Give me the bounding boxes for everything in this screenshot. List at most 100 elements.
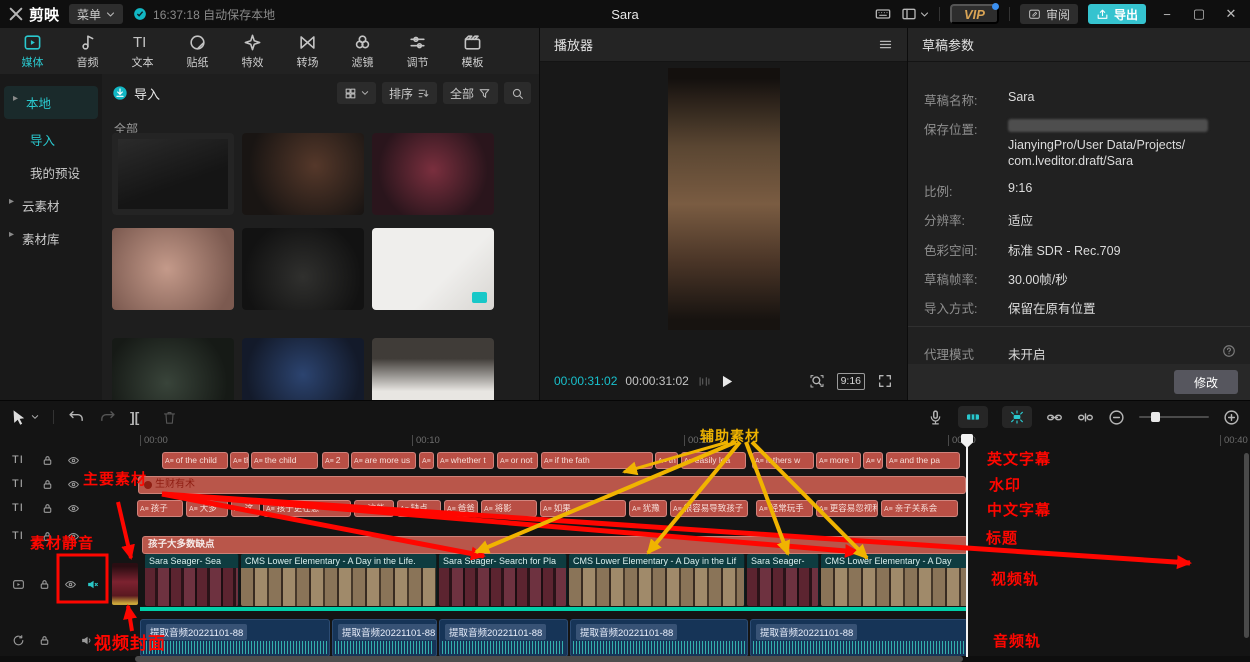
audio-clip[interactable]: 提取音频20221101-88 (439, 619, 568, 657)
audio-clip[interactable]: 提取音频20221101-88 (750, 619, 968, 657)
video-preview[interactable] (668, 68, 780, 330)
video-cover-thumbnail[interactable] (112, 563, 138, 605)
zoom-in-icon[interactable] (1223, 409, 1240, 426)
media-thumbnail[interactable] (372, 133, 494, 215)
lock-icon[interactable] (38, 578, 51, 591)
subtitle-segment[interactable]: 爸爸 (444, 500, 478, 517)
lock-icon[interactable] (41, 502, 54, 515)
asset-tab[interactable]: 贴纸 (171, 33, 224, 70)
auto-ripple-toggle[interactable] (958, 406, 988, 428)
export-button[interactable]: 导出 (1088, 4, 1146, 24)
restore-button[interactable]: ▢ (1188, 6, 1210, 22)
preview-zoom-icon[interactable] (809, 373, 825, 389)
link-icon[interactable] (1046, 409, 1063, 426)
asset-tab[interactable]: 媒体 (6, 33, 59, 70)
subtitle-segment[interactable]: and the pa (886, 452, 960, 469)
vip-button[interactable]: VIP (950, 4, 999, 24)
subtitle-segment[interactable]: 缺点 (397, 500, 441, 517)
subtitle-segment[interactable]: easily lea (681, 452, 746, 469)
undo-icon[interactable] (68, 409, 85, 426)
media-thumbnail[interactable] (242, 338, 364, 400)
asset-tab[interactable]: 调节 (391, 33, 444, 70)
subtitle-segment[interactable]: A (419, 452, 434, 469)
lock-icon[interactable] (41, 454, 54, 467)
fullscreen-icon[interactable] (877, 373, 893, 389)
menu-button[interactable]: 菜单 (69, 4, 123, 24)
view-mode-button[interactable] (337, 82, 376, 104)
video-clip[interactable]: CMS Lower Elementary - A Day (821, 554, 968, 606)
watermark-segment[interactable]: 生财有术 (138, 476, 966, 494)
hscrollbar-thumb[interactable] (135, 656, 963, 662)
modify-button[interactable]: 修改 (1174, 370, 1238, 394)
media-thumbnail[interactable] (112, 133, 234, 215)
asset-tab[interactable]: 滤镜 (336, 33, 389, 70)
asset-tab[interactable]: 模板 (446, 33, 499, 70)
lock-icon[interactable] (41, 478, 54, 491)
eye-icon[interactable] (67, 502, 80, 515)
minimize-button[interactable]: − (1156, 7, 1178, 22)
delete-icon[interactable] (161, 409, 178, 426)
subtitle-segment[interactable]: 如果 (540, 500, 626, 517)
audio-clip[interactable]: 提取音频20221101-88 (570, 619, 748, 657)
asset-tab[interactable]: TI 文本 (116, 33, 169, 70)
lock-icon[interactable] (41, 530, 54, 543)
speaker-icon[interactable] (80, 634, 93, 647)
title-segment[interactable]: 孩子大多数缺点 (142, 536, 968, 554)
subtitle-segment[interactable]: if the fath (541, 452, 653, 469)
asset-tab[interactable]: 音频 (61, 33, 114, 70)
layout-switcher[interactable] (901, 6, 929, 22)
frame-step-icon[interactable] (697, 374, 712, 389)
asset-tab[interactable]: 特效 (226, 33, 279, 70)
lock-icon[interactable] (38, 634, 51, 647)
subtitle-segment[interactable]: fathers w (752, 452, 814, 469)
timeline-vscrollbar[interactable] (1244, 453, 1249, 638)
media-thumbnail[interactable] (242, 133, 364, 215)
select-tool[interactable] (10, 409, 39, 426)
timeline-hscrollbar[interactable] (0, 656, 1250, 662)
media-thumbnail[interactable] (372, 228, 494, 310)
subtitle-segment[interactable]: 很容易导致孩子 (670, 500, 748, 517)
subtitle-segment[interactable]: 这些 (354, 500, 394, 517)
sort-button[interactable]: 排序 (382, 82, 437, 104)
asset-tab[interactable]: 转场 (281, 33, 334, 70)
media-thumbnail[interactable] (242, 228, 364, 310)
subtitle-segment[interactable]: 2 (322, 452, 349, 469)
question-circle-icon[interactable] (1222, 344, 1236, 358)
subtitle-segment[interactable]: are more us (351, 452, 416, 469)
eye-icon[interactable] (64, 578, 77, 591)
sidebar-item[interactable]: 导入 (0, 123, 102, 156)
player-menu-icon[interactable] (878, 37, 893, 52)
video-clip[interactable]: CMS Lower Elementary - A Day in the Lif (569, 554, 745, 606)
subtitle-segment[interactable]: 大多 (186, 500, 228, 517)
timeline-zoom-slider[interactable] (1139, 416, 1209, 418)
play-button[interactable] (718, 373, 735, 390)
sidebar-item[interactable]: 素材库 (0, 222, 102, 255)
split-icon[interactable]: ][ (130, 409, 147, 426)
close-button[interactable]: ✕ (1220, 6, 1242, 22)
subtitle-segment[interactable]: or not (497, 452, 538, 469)
video-clip[interactable]: Sara Seager- Search for Pla (439, 554, 567, 606)
media-thumbnail[interactable] (372, 338, 494, 400)
subtitle-segment[interactable]: of the child (162, 452, 228, 469)
filter-button[interactable]: 全部 (443, 82, 498, 104)
subtitle-segment[interactable]: more l (816, 452, 861, 469)
video-clip[interactable]: Sara Seager- Sea (145, 554, 239, 606)
import-media-button[interactable]: 导入 (112, 84, 160, 103)
review-button[interactable]: 审阅 (1020, 4, 1078, 24)
subtitle-segment[interactable]: 孩子更在意 (263, 500, 351, 517)
sidebar-item[interactable]: 我的预设 (0, 156, 102, 189)
subtitle-segment[interactable]: 将影 (481, 500, 537, 517)
sidebar-item[interactable]: 云素材 (0, 189, 102, 222)
aspect-ratio-button[interactable]: 9:16 (837, 373, 865, 390)
subtitle-segment[interactable]: 这 (231, 500, 260, 517)
eye-icon[interactable] (67, 530, 80, 543)
media-thumbnail[interactable] (112, 338, 234, 400)
record-voiceover-icon[interactable] (927, 409, 944, 426)
audio-clip[interactable]: 提取音频20221101-88 (332, 619, 437, 657)
unlink-icon[interactable] (1077, 409, 1094, 426)
loop-icon[interactable] (12, 634, 25, 647)
video-clip[interactable]: CMS Lower Elementary - A Day in the Life… (241, 554, 437, 606)
eye-icon[interactable] (67, 478, 80, 491)
video-clip[interactable]: Sara Seager- (747, 554, 819, 606)
subtitle-segment[interactable]: th (230, 452, 249, 469)
